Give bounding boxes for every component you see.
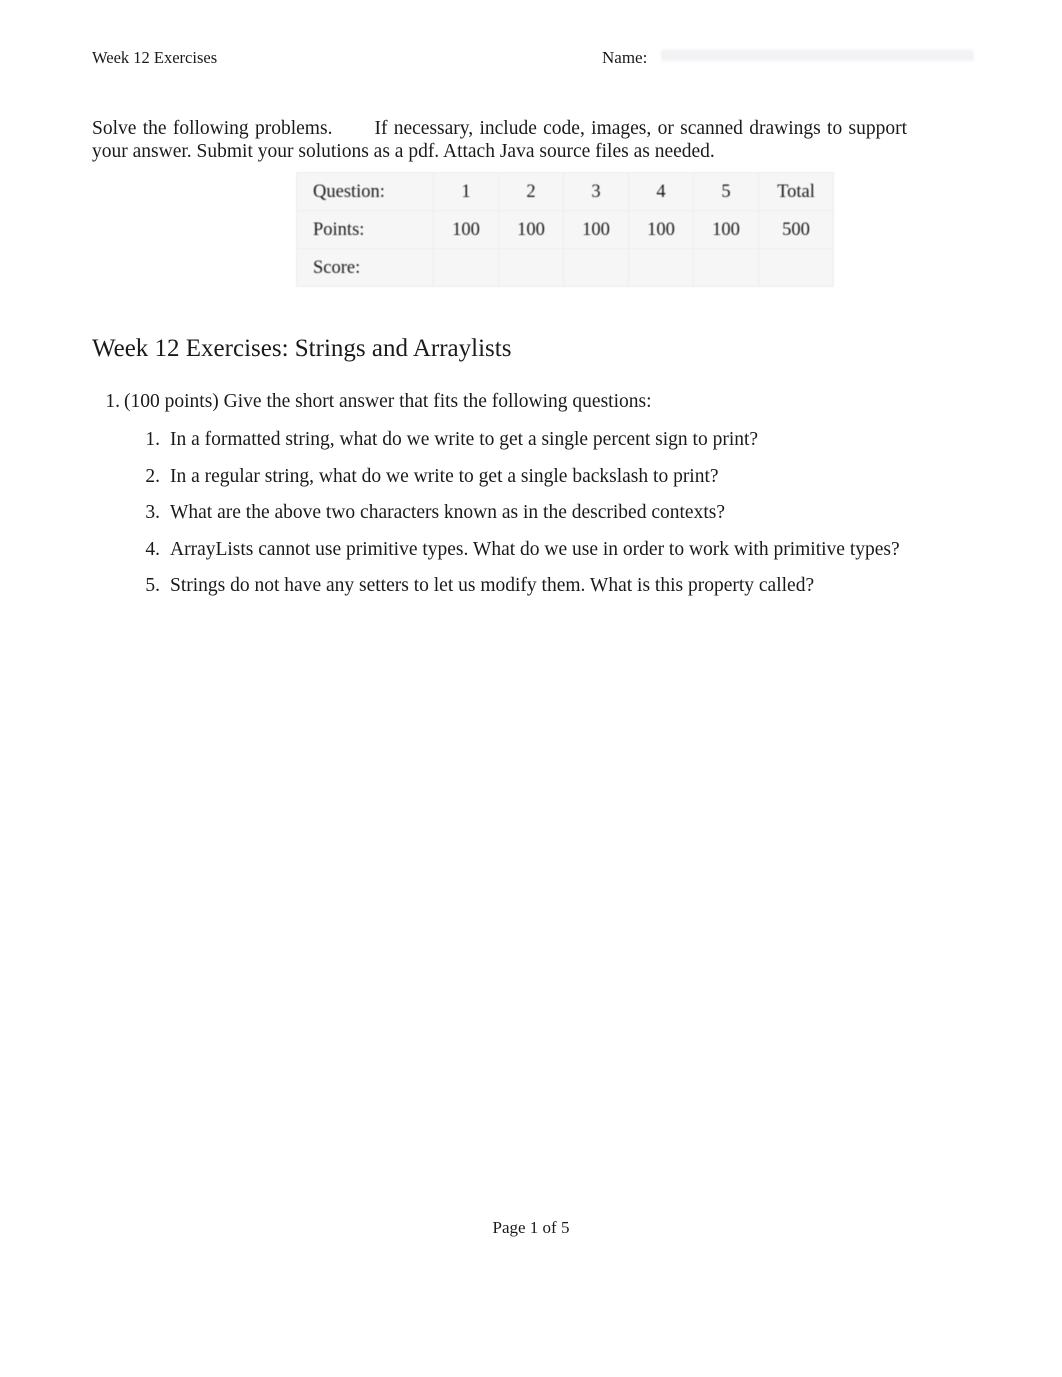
name-label: Name: bbox=[602, 48, 648, 67]
question-number-4: 4 bbox=[628, 172, 694, 211]
problem-item-1: 1. (100 points) Give the short answer th… bbox=[92, 390, 922, 599]
points-value-4: 100 bbox=[628, 210, 694, 249]
points-value-1: 100 bbox=[433, 210, 499, 249]
question-number-5: 5 bbox=[693, 172, 759, 211]
intro-sentence-1: Solve the following problems. bbox=[92, 117, 333, 139]
score-cell-1[interactable] bbox=[433, 248, 499, 287]
subquestion-item-1: 1. In a formatted string, what do we wri… bbox=[140, 428, 922, 453]
subquestion-number-3: 3. bbox=[145, 502, 160, 523]
score-cell-4[interactable] bbox=[628, 248, 694, 287]
problem-number-1: 1. bbox=[105, 391, 120, 412]
points-total-value: 500 bbox=[758, 210, 834, 249]
document-header: Week 12 Exercises Name: bbox=[92, 48, 974, 74]
question-number-1: 1 bbox=[433, 172, 499, 211]
score-cell-2[interactable] bbox=[498, 248, 564, 287]
subquestion-text-1: In a formatted string, what do we write … bbox=[170, 429, 759, 450]
row-label-question: Question: bbox=[296, 172, 434, 211]
subquestion-number-4: 4. bbox=[145, 538, 160, 560]
subquestion-list-1: 1. In a formatted string, what do we wri… bbox=[124, 428, 922, 599]
row-label-points: Points: bbox=[296, 210, 434, 249]
question-number-2: 2 bbox=[498, 172, 564, 211]
section-heading: Week 12 Exercises: Strings and Arraylist… bbox=[92, 335, 512, 362]
subquestion-text-2: In a regular string, what do we write to… bbox=[170, 465, 719, 487]
subquestion-number-1: 1. bbox=[145, 429, 160, 450]
name-field-group: Name: bbox=[602, 48, 974, 68]
subquestion-text-4: ArrayLists cannot use primitive types. W… bbox=[170, 538, 900, 560]
page-footer: Page 1 of 5 bbox=[0, 1218, 1062, 1238]
table-row-question: Question: 1 2 3 4 5 Total bbox=[296, 172, 834, 211]
table-row-points: Points: 100 100 100 100 100 500 bbox=[296, 210, 834, 249]
points-value-2: 100 bbox=[498, 210, 564, 249]
row-label-score: Score: bbox=[296, 248, 434, 287]
subquestion-number-5: 5. bbox=[145, 575, 160, 596]
table-row-score: Score: bbox=[296, 248, 834, 287]
score-cell-3[interactable] bbox=[563, 248, 629, 287]
question-number-3: 3 bbox=[563, 172, 629, 211]
points-value-3: 100 bbox=[563, 210, 629, 249]
subquestion-item-3: 3. What are the above two characters kno… bbox=[140, 501, 922, 526]
points-value-5: 100 bbox=[693, 210, 759, 249]
problem-text-1: (100 points) Give the short answer that … bbox=[124, 391, 652, 412]
name-input-blank[interactable] bbox=[661, 48, 974, 63]
subquestion-text-3: What are the above two characters known … bbox=[170, 502, 725, 523]
intro-paragraph: Solve the following problems. If necessar… bbox=[92, 117, 907, 164]
problem-list: 1. (100 points) Give the short answer th… bbox=[92, 390, 922, 599]
page-number-label: Page 1 of 5 bbox=[492, 1218, 570, 1237]
subquestion-number-2: 2. bbox=[145, 465, 160, 487]
score-total-cell[interactable] bbox=[758, 248, 834, 287]
points-table: Question: 1 2 3 4 5 Total Points: 100 10… bbox=[296, 172, 834, 287]
subquestion-item-2: 2. In a regular string, what do we write… bbox=[140, 465, 922, 490]
score-cell-5[interactable] bbox=[693, 248, 759, 287]
subquestion-item-4: 4. ArrayLists cannot use primitive types… bbox=[140, 538, 922, 563]
total-header: Total bbox=[758, 172, 834, 211]
subquestion-item-5: 5. Strings do not have any setters to le… bbox=[140, 574, 922, 599]
header-document-title: Week 12 Exercises bbox=[92, 48, 218, 67]
points-table-container: Question: 1 2 3 4 5 Total Points: 100 10… bbox=[296, 172, 834, 287]
subquestion-text-5: Strings do not have any setters to let u… bbox=[170, 575, 815, 596]
document-page: Week 12 Exercises Name: Solve the follow… bbox=[0, 0, 1062, 1377]
